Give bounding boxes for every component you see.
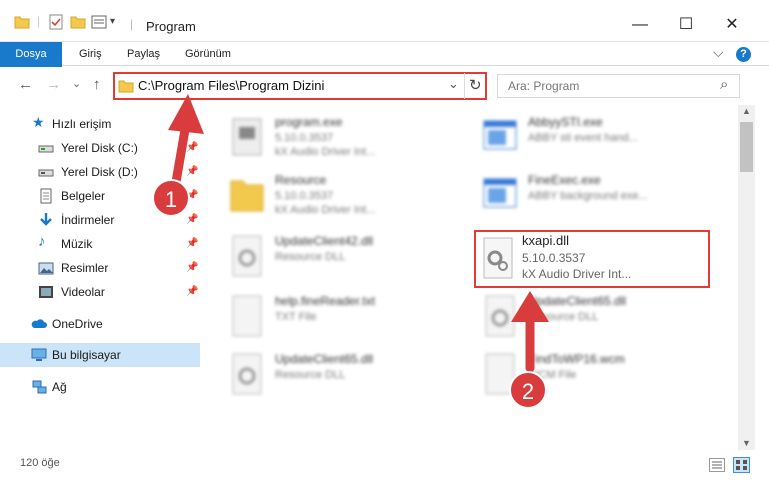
pictures-icon (38, 262, 54, 275)
file-item[interactable]: FineExec.exe ABBY background exe... (482, 173, 722, 229)
up-arrow-icon[interactable]: ↑ (93, 76, 101, 93)
pin-icon[interactable]: 📌 (186, 166, 198, 177)
app-window-icon (483, 178, 517, 208)
tab-file[interactable]: Dosya (0, 42, 62, 67)
drive-icon (38, 169, 54, 177)
maximize-button[interactable]: ☐ (663, 10, 709, 40)
close-button[interactable]: ✕ (709, 10, 755, 40)
title-divider: | (130, 17, 134, 31)
properties-icon[interactable] (48, 14, 64, 30)
sidebar-item-videos[interactable]: Videolar 📌 (0, 280, 200, 304)
file-name: kxapi.dll (522, 233, 569, 248)
sidebar-item-quick-access[interactable]: ★ Hızlı erişim (0, 112, 200, 136)
file-item[interactable]: program.exe 5.10.0.3537 kX Audio Driver … (229, 115, 469, 171)
computer-icon (31, 348, 47, 361)
forward-arrow-icon[interactable]: → (46, 76, 61, 93)
tab-share[interactable]: Paylaş (127, 48, 160, 60)
item-count: 120 öğe (20, 457, 60, 469)
help-icon[interactable]: ? (736, 47, 751, 62)
file-item[interactable]: UpdateClient65.dll Resource DLL (482, 294, 722, 350)
minimize-button[interactable]: — (617, 10, 663, 40)
search-icon[interactable]: ⌕ (720, 76, 728, 93)
pin-icon[interactable]: 📌 (186, 286, 198, 297)
documents-icon (40, 188, 52, 204)
scroll-up-icon[interactable]: ▲ (742, 106, 751, 116)
address-path[interactable]: C:\Program Files\Program Dizini (138, 78, 324, 93)
scrollbar-thumb[interactable] (740, 122, 753, 172)
cloud-icon (31, 319, 47, 328)
exe-icon (232, 118, 262, 156)
status-bar (0, 450, 769, 485)
window-title: Program (146, 19, 196, 34)
tab-home[interactable]: Giriş (79, 48, 102, 60)
sidebar-item-music[interactable]: ♪ Müzik 📌 (0, 232, 200, 256)
folder-icon[interactable] (14, 14, 30, 30)
step-badge-1: 1 (152, 179, 190, 217)
video-icon (39, 286, 53, 298)
file-item[interactable]: AbbyySTI.exe ABBY sti event hand... (482, 115, 722, 171)
dll-icon (485, 295, 515, 337)
folder-icon (230, 180, 264, 212)
network-icon (32, 380, 47, 394)
file-item[interactable]: UpdateClient42.dll Resource DLL (229, 234, 469, 290)
sidebar-item-onedrive[interactable]: OneDrive (0, 312, 200, 336)
step-badge-2: 2 (509, 371, 547, 409)
file-description: kX Audio Driver Int... (522, 267, 632, 281)
file-item[interactable]: Resource 5.10.0.3537 kX Audio Driver Int… (229, 173, 469, 229)
star-icon: ★ (32, 114, 45, 130)
music-icon: ♪ (38, 233, 46, 250)
text-file-icon (232, 295, 262, 337)
ribbon-tabs (0, 42, 769, 66)
pin-icon[interactable]: 📌 (186, 214, 198, 225)
file-version: 5.10.0.3537 (522, 251, 586, 265)
file-item[interactable]: UpdateClient65.dll Resource DLL (229, 352, 469, 408)
drive-icon (38, 145, 54, 153)
download-icon (40, 213, 52, 226)
file-item[interactable]: help.fineReader.txt TXT File (229, 294, 469, 350)
pin-icon[interactable]: 📌 (186, 142, 198, 153)
dll-icon (232, 353, 262, 395)
ribbon-collapse-chevron-icon[interactable]: ⌵ (713, 44, 724, 61)
dll-gear-icon (483, 237, 513, 279)
scroll-down-icon[interactable]: ▼ (742, 438, 751, 448)
large-icons-view-icon[interactable] (733, 457, 750, 473)
recent-locations-chevron-icon[interactable]: ⌄ (72, 77, 81, 90)
sidebar-item-pictures[interactable]: Resimler 📌 (0, 256, 200, 280)
details-view-icon[interactable] (709, 458, 725, 472)
sidebar-item-local-disk-c[interactable]: Yerel Disk (C:) 📌 (0, 136, 200, 160)
folder-icon (118, 80, 134, 93)
tab-view[interactable]: Görünüm (185, 48, 231, 60)
customize-toolbar-chevron-icon[interactable]: ▾ (110, 16, 115, 27)
back-arrow-icon[interactable]: ← (18, 76, 33, 93)
search-placeholder: Ara: Program (508, 79, 580, 93)
refresh-icon[interactable]: ↻ (469, 76, 482, 94)
pin-icon[interactable]: 📌 (186, 238, 198, 249)
sidebar-item-this-pc[interactable]: Bu bilgisayar (0, 343, 200, 367)
dll-icon (232, 235, 262, 277)
new-folder-icon[interactable] (70, 14, 86, 30)
address-divider (464, 73, 465, 99)
address-dropdown-chevron-icon[interactable]: ⌄ (448, 76, 459, 92)
pin-icon[interactable]: 📌 (186, 262, 198, 273)
toolbar-divider: | (37, 14, 41, 28)
app-window-icon (483, 120, 517, 150)
sidebar-item-network[interactable]: Ağ (0, 375, 200, 399)
view-icon[interactable] (91, 14, 107, 30)
